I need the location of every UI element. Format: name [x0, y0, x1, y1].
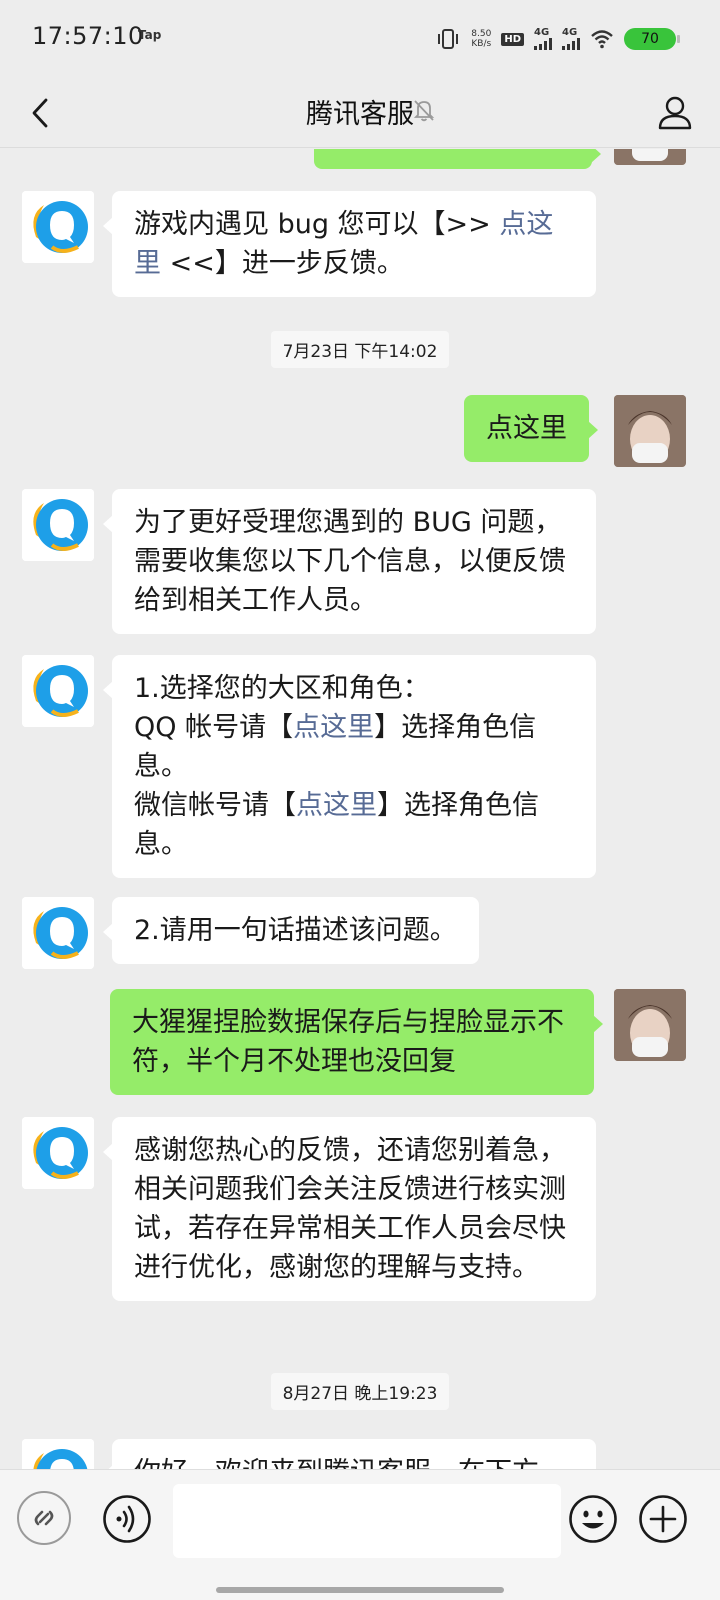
- message-text: 点这里: [486, 413, 567, 444]
- message-text: 2.请用一句话描述该问题。: [134, 915, 457, 946]
- net-speed-unit: KB/s: [471, 39, 492, 49]
- message-text: 大猩猩捏脸数据保存后与捏脸显示不符，半个月不处理也没回复: [132, 1007, 564, 1077]
- signal-2: 4G: [562, 28, 580, 50]
- click-here-link[interactable]: 点这里: [296, 790, 377, 821]
- bot-avatar[interactable]: [22, 1439, 94, 1469]
- my-avatar[interactable]: [614, 395, 686, 467]
- input-bar: [0, 1469, 720, 1600]
- carrier-tag: Tap: [138, 28, 162, 42]
- bell-muted-icon: [413, 100, 435, 122]
- chat-title: 腾讯客服: [306, 99, 414, 130]
- message-input[interactable]: [173, 1484, 561, 1558]
- tencent-cs-logo-icon: [22, 489, 94, 561]
- my-avatar[interactable]: [614, 989, 686, 1061]
- person-icon[interactable]: [652, 90, 698, 136]
- my-avatar[interactable]: [614, 149, 686, 165]
- bot-avatar[interactable]: [22, 897, 94, 969]
- home-indicator[interactable]: [216, 1587, 504, 1593]
- plus-icon[interactable]: [638, 1494, 688, 1544]
- vibrate-icon: [438, 29, 459, 49]
- message-text: 你好，欢迎来到腾讯客服，在下方: [134, 1457, 539, 1469]
- message-bubble[interactable]: 2.请用一句话描述该问题。: [103, 897, 479, 964]
- message-text: 为了更好受理您遇到的 BUG 问题，需要收集您以下几个信息，以便反馈给到相关工作…: [134, 507, 566, 616]
- message-bubble[interactable]: 点这里: [464, 395, 598, 462]
- message-bubble[interactable]: 为了更好受理您遇到的 BUG 问题，需要收集您以下几个信息，以便反馈给到相关工作…: [103, 489, 596, 634]
- status-time: 17:57:10: [32, 22, 144, 50]
- click-here-link[interactable]: 点这里: [293, 712, 374, 743]
- message-bubble[interactable]: 游戏内遇见 bug 您可以【>> 点这里 <<】进一步反馈。: [103, 191, 596, 297]
- bot-avatar[interactable]: [22, 191, 94, 263]
- message-bubble-partial[interactable]: [314, 149, 601, 169]
- message-text: <<】进一步反馈。: [161, 248, 404, 279]
- link-icon[interactable]: [16, 1490, 72, 1546]
- signal-1: 4G: [534, 28, 552, 50]
- bot-avatar[interactable]: [22, 655, 94, 727]
- tencent-cs-logo-icon: [22, 1439, 94, 1469]
- timestamp: 7月23日 下午14:02: [270, 331, 450, 368]
- wifi-icon: [591, 30, 613, 49]
- bot-avatar[interactable]: [22, 1117, 94, 1189]
- battery-indicator: 70: [624, 28, 680, 50]
- signal-2-label: 4G: [562, 27, 578, 38]
- voice-icon[interactable]: [102, 1494, 152, 1544]
- signal-1-label: 4G: [534, 27, 550, 38]
- status-indicators: 8.50 KB/s HD 4G 4G 70: [435, 24, 680, 54]
- tencent-cs-logo-icon: [22, 655, 94, 727]
- message-text: 感谢您热心的反馈，还请您别着急，相关问题我们会关注反馈进行核实测试，若存在异常相…: [134, 1135, 566, 1283]
- tencent-cs-logo-icon: [22, 1117, 94, 1189]
- smiley-icon[interactable]: [568, 1494, 618, 1544]
- bot-avatar[interactable]: [22, 489, 94, 561]
- signal-bars-icon: [562, 38, 580, 50]
- net-speed: 8.50 KB/s: [471, 29, 491, 49]
- chat-messages[interactable]: 游戏内遇见 bug 您可以【>> 点这里 <<】进一步反馈。 7月23日 下午1…: [0, 149, 720, 1469]
- time-divider: 7月23日 下午14:02: [0, 331, 720, 368]
- hd-badge: HD: [501, 32, 524, 46]
- message-bubble[interactable]: 你好，欢迎来到腾讯客服，在下方: [103, 1439, 596, 1469]
- timestamp: 8月27日 晚上19:23: [270, 1373, 450, 1410]
- message-text: 游戏内遇见 bug 您可以【>>: [134, 209, 500, 240]
- time-divider: 8月27日 晚上19:23: [0, 1373, 720, 1410]
- user-photo-icon: [614, 395, 686, 467]
- tencent-cs-logo-icon: [22, 897, 94, 969]
- net-speed-value: 8.50: [471, 29, 492, 39]
- message-bubble[interactable]: 1.选择您的大区和角色： QQ 帐号请【点这里】选择角色信息。 微信帐号请【点这…: [103, 655, 596, 878]
- signal-bars-icon: [534, 38, 552, 50]
- tencent-cs-logo-icon: [22, 191, 94, 263]
- status-bar: 17:57:10 Tap 8.50 KB/s HD 4G 4G 70: [0, 0, 720, 78]
- message-bubble[interactable]: 感谢您热心的反馈，还请您别着急，相关问题我们会关注反馈进行核实测试，若存在异常相…: [103, 1117, 596, 1301]
- message-bubble[interactable]: 大猩猩捏脸数据保存后与捏脸显示不符，半个月不处理也没回复: [110, 989, 603, 1095]
- user-photo-icon: [614, 989, 686, 1061]
- user-photo-icon: [614, 149, 686, 165]
- chat-header: 腾讯客服: [0, 78, 720, 148]
